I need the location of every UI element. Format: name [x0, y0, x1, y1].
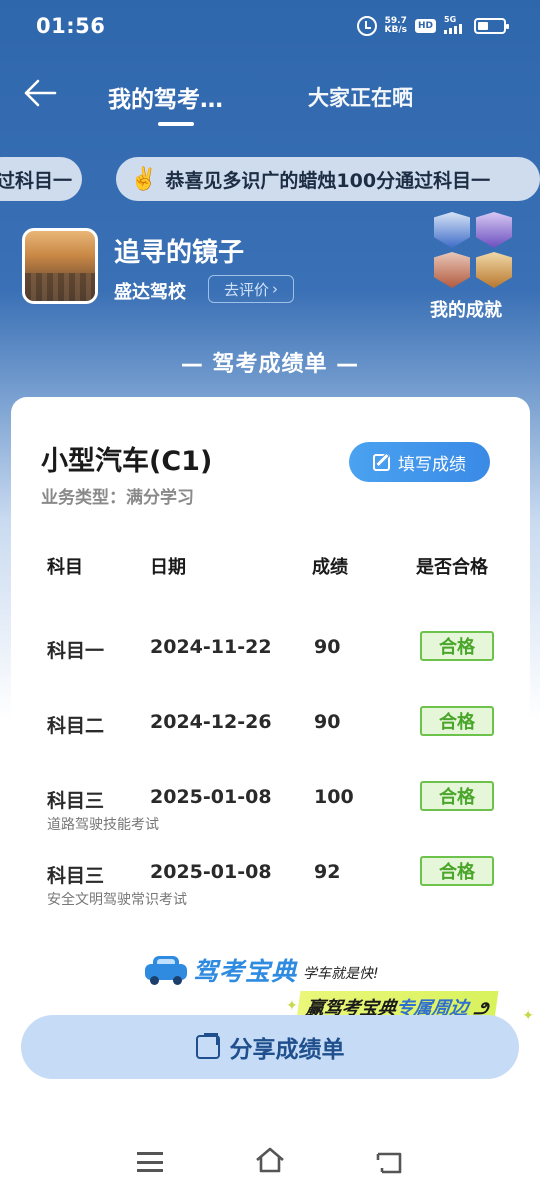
rate-button-label: 去评价 — [223, 280, 269, 299]
share-score-button[interactable]: 分享成绩单 — [21, 1015, 519, 1079]
row-subject: 科目一 — [47, 640, 105, 662]
tab-everyone-sharing[interactable]: 大家正在晒 — [308, 82, 413, 112]
header-date: 日期 — [150, 557, 186, 578]
row-subject: 科目三 — [47, 865, 105, 887]
badge-icon — [476, 252, 512, 288]
score-card: 小型汽车(C1) 业务类型：满分学习 填写成绩 科目 日期 成绩 是否合格 科目… — [11, 397, 530, 997]
status-icons: 59.7 KB/s HD 5G — [356, 16, 509, 36]
tab-active-indicator — [158, 122, 194, 126]
edit-icon — [373, 453, 390, 471]
system-back-icon[interactable] — [374, 1148, 406, 1176]
brand-slogan: 学车就是快! — [303, 966, 379, 982]
brand-logo: 驾考宝典 学车就是快! — [145, 950, 379, 990]
row-score: 90 — [314, 711, 341, 733]
pass-badge: 合格 — [420, 856, 494, 886]
row-score: 92 — [314, 861, 341, 883]
top-nav: 我的驾考… 大家正在晒 — [0, 60, 540, 130]
battery-icon — [474, 18, 509, 34]
system-nav-bar — [0, 1134, 540, 1194]
row-date: 2024-11-22 — [150, 636, 272, 658]
brand-name: 驾考宝典 — [193, 957, 298, 986]
alarm-icon — [356, 16, 377, 36]
home-icon[interactable] — [254, 1146, 286, 1174]
ticker-previous-text: 过科目一 — [0, 169, 73, 192]
menu-icon[interactable] — [137, 1152, 163, 1172]
victory-hand-icon: ✌️ — [130, 166, 158, 192]
business-type: 业务类型：满分学习 — [41, 488, 194, 508]
driving-school-name: 盛达驾校 — [114, 282, 186, 303]
back-arrow-icon[interactable] — [22, 78, 58, 108]
row-note: 道路驾驶技能考试 — [47, 817, 159, 833]
signal-icon: 5G — [444, 16, 466, 36]
user-name: 追寻的镜子 — [114, 238, 245, 268]
row-date: 2025-01-08 — [150, 861, 272, 883]
fill-score-label: 填写成绩 — [398, 454, 466, 475]
hd-icon: HD — [414, 19, 436, 33]
vehicle-type-title: 小型汽车(C1) — [41, 446, 213, 477]
row-date: 2024-12-26 — [150, 711, 272, 733]
ticker-current-item: ✌️ 恭喜见多识广的蜡烛100分通过科目一 — [116, 157, 540, 201]
chevron-right-icon: › — [272, 280, 278, 298]
car-logo-icon — [145, 956, 187, 985]
sparkle-icon: ✦ — [286, 998, 298, 1014]
achievements-label: 我的成就 — [430, 300, 502, 321]
status-bar: 01:56 59.7 KB/s HD 5G — [0, 0, 540, 56]
row-subject: 科目三 — [47, 790, 105, 812]
avatar[interactable] — [22, 228, 98, 304]
row-score: 100 — [314, 786, 354, 808]
header-passed: 是否合格 — [416, 557, 488, 578]
row-note: 安全文明驾驶常识考试 — [47, 892, 187, 908]
pass-badge: 合格 — [420, 706, 494, 736]
sparkle-icon: ✦ — [522, 1008, 534, 1024]
row-subject: 科目二 — [47, 715, 105, 737]
badge-icon — [434, 252, 470, 288]
tab-my-exam[interactable]: 我的驾考… — [108, 80, 223, 114]
signal-label: 5G — [444, 15, 457, 24]
share-button-label: 分享成绩单 — [229, 1037, 345, 1063]
row-date: 2025-01-08 — [150, 786, 272, 808]
section-title: — 驾考成绩单 — — [180, 352, 360, 377]
ticker-text: 恭喜见多识广的蜡烛100分通过科目一 — [165, 169, 491, 192]
net-speed: 59.7 KB/s — [385, 17, 407, 35]
badge-icon — [476, 212, 512, 248]
fill-score-button[interactable]: 填写成绩 — [349, 442, 490, 482]
ticker-previous-item: 过科目一 — [0, 157, 82, 201]
badge-icon — [434, 212, 470, 248]
row-score: 90 — [314, 636, 341, 658]
status-time: 01:56 — [36, 14, 106, 38]
net-speed-unit: KB/s — [384, 25, 407, 35]
pass-badge: 合格 — [420, 781, 494, 811]
pass-badge: 合格 — [420, 631, 494, 661]
header-subject: 科目 — [47, 557, 83, 578]
rate-school-button[interactable]: 去评价 › — [208, 275, 294, 303]
achievements-section[interactable]: 我的成就 — [430, 212, 520, 322]
header-score: 成绩 — [312, 557, 348, 578]
share-icon — [195, 1035, 220, 1059]
signal-bars-icon — [444, 24, 462, 34]
achievement-badges — [434, 212, 520, 288]
